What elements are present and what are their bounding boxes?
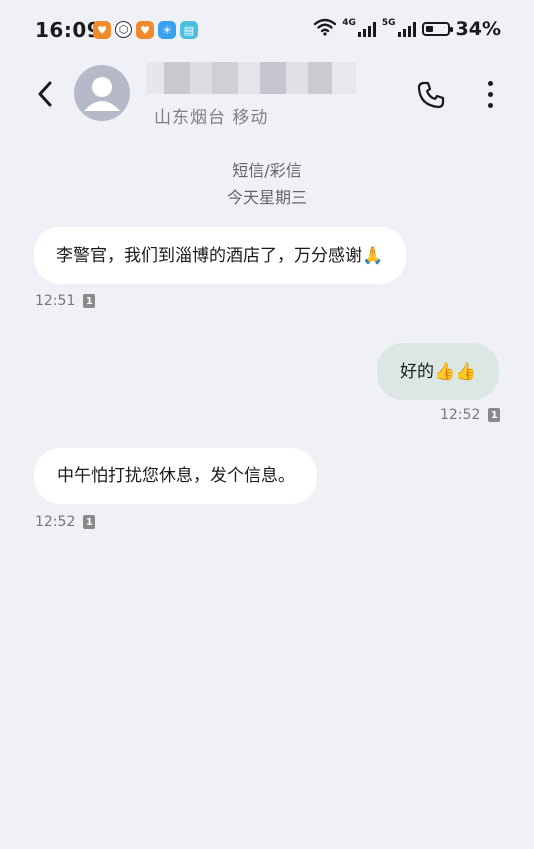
contact-name-redacted (146, 62, 356, 94)
phone-icon (417, 81, 445, 109)
sim-card-icon: 1 (83, 294, 96, 308)
contact-location-carrier: 山东烟台 移动 (154, 108, 269, 128)
battery-icon (421, 22, 453, 36)
message-text: 中午怕打扰您休息，发个信息。 (57, 466, 295, 486)
shield-app-icon: ⬡ (115, 21, 132, 38)
signal-icon-2 (397, 21, 416, 37)
incoming-message-bubble[interactable]: 李警官，我们到淄博的酒店了，万分感谢🙏 (34, 227, 406, 284)
network-type-2: 5G (381, 18, 396, 28)
book-app-icon: ▤ (180, 21, 198, 39)
network-type-1: 4G (342, 18, 356, 28)
message-time: 12:51 (35, 293, 76, 309)
message-time: 12:52 (35, 514, 76, 530)
message-time: 12:52 (440, 407, 481, 423)
message-timestamp: 12:52 1 (35, 514, 96, 530)
wifi-icon (314, 18, 337, 40)
dot (487, 80, 493, 86)
weather-app-icon: ☀ (158, 21, 176, 39)
date-separator: 今天星期三 (226, 188, 307, 207)
chevron-left-icon (38, 81, 52, 107)
dot (487, 102, 493, 108)
more-options-button[interactable] (478, 76, 502, 112)
outgoing-message-bubble[interactable]: 好的👍👍 (377, 343, 499, 400)
message-timestamp: 12:51 1 (35, 293, 96, 309)
person-icon (84, 77, 120, 111)
status-time: 16:09 (35, 18, 102, 42)
back-button[interactable] (30, 76, 60, 112)
heart-app-icon: ♥ (93, 21, 111, 39)
message-text: 李警官，我们到淄博的酒店了，万分感谢🙏 (56, 245, 384, 266)
incoming-message-bubble[interactable]: 中午怕打扰您休息，发个信息。 (34, 448, 317, 504)
battery-fill (425, 26, 433, 32)
status-bar: 16:09 ♥ ⬡ ♥ ☀ ▤ 4G 5G 34% (0, 0, 534, 60)
battery-percent: 34% (455, 18, 501, 40)
sim-card-icon: 1 (83, 515, 96, 529)
status-indicators: 4G 5G 34% (314, 18, 501, 40)
message-type-label: 短信/彩信 (232, 161, 302, 180)
dot (487, 91, 493, 97)
call-button[interactable] (414, 78, 448, 112)
contact-avatar[interactable] (74, 65, 130, 121)
message-text: 好的👍👍 (400, 361, 477, 382)
message-timestamp: 12:52 1 (440, 407, 501, 423)
sim-card-icon: 1 (488, 408, 501, 422)
signal-icon-1 (357, 21, 376, 37)
heart-app-icon-2: ♥ (136, 21, 154, 39)
notification-icons: ♥ ⬡ ♥ ☀ ▤ (93, 21, 198, 39)
conversation-header: 山东烟台 移动 (0, 60, 534, 130)
